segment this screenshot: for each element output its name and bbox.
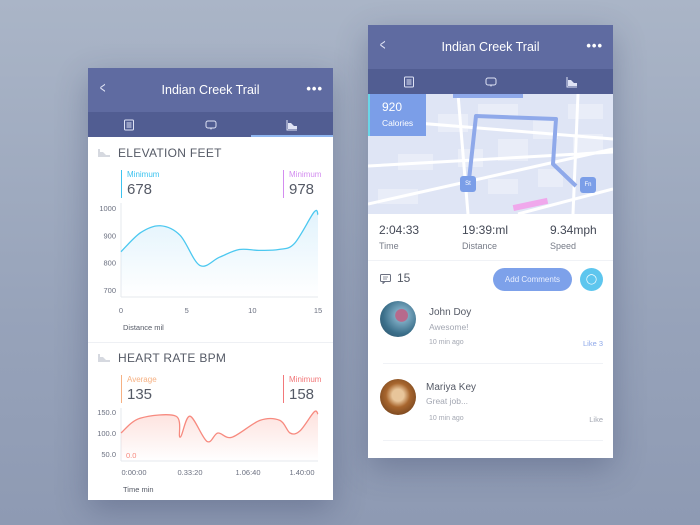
x-tick-label: 0.33:20 (177, 468, 202, 477)
chart-icon (98, 149, 110, 157)
divider (383, 440, 603, 441)
metric-value: 9.34mph (550, 223, 597, 237)
tab-charts[interactable] (251, 112, 333, 137)
comment-time: 10 min ago (429, 415, 464, 422)
tab-charts[interactable] (531, 69, 613, 94)
comment-author[interactable]: Mariya Key (426, 382, 476, 393)
comment-like[interactable]: Like (589, 415, 603, 424)
tab-bar (368, 69, 613, 94)
back-icon[interactable]: < (380, 37, 386, 55)
x-tick-label: 5 (185, 306, 189, 315)
metric-speed: 9.34mph Speed (550, 223, 597, 251)
series-area (121, 411, 318, 461)
like-button[interactable]: ◯ (580, 268, 603, 291)
add-comments-button[interactable]: Add Comments (493, 268, 572, 291)
stat-label: Minimum (127, 170, 160, 179)
metric-label: Speed (550, 241, 577, 251)
heart-average-stat: Average 135 (121, 375, 157, 403)
elevation-chart: 1000 900 800 700 0 5 10 15 Distance mil (99, 203, 322, 332)
tab-details[interactable] (88, 112, 170, 137)
comment-count: 15 (397, 271, 411, 285)
elevation-min-stat: Minimum 678 (121, 170, 159, 198)
fire-icon: ◯ (585, 274, 598, 285)
finish-marker[interactable]: Fn (580, 177, 596, 193)
y-tick-label: 900 (103, 231, 116, 240)
header: < Indian Creek Trail ••• (368, 25, 613, 69)
avatar[interactable] (380, 301, 416, 337)
y-tick-label: 100.0 (97, 429, 116, 438)
comment-like[interactable]: Like 3 (583, 339, 603, 348)
more-icon[interactable]: ••• (306, 81, 323, 96)
page-title: Indian Creek Trail (441, 40, 540, 54)
comment-text: Awesome! (429, 322, 469, 332)
elevation-title: ELEVATION FEET (118, 146, 222, 160)
y-tick-label: 800 (103, 259, 116, 268)
x-tick-label: 0 (119, 306, 123, 315)
heart-rate-chart: 150.0 100.0 50.0 0:00:00 0.33:20 1.06:40 1.40:… (97, 408, 319, 494)
metric-time: 2:04:33 Time (379, 223, 419, 251)
zero-label: 0.0 (126, 451, 136, 460)
tab-comments[interactable] (450, 69, 532, 94)
heart-min-stat: Minimum 158 (283, 375, 321, 403)
stat-value: 135 (127, 386, 153, 403)
x-tick-label: 0:00:00 (121, 468, 146, 477)
tab-comments[interactable] (170, 112, 252, 137)
metric-value: 19:39:ml (462, 223, 509, 237)
trail-screen: < Indian Creek Trail ••• 920 Calories St… (368, 25, 613, 458)
comment-icon (380, 274, 391, 284)
tab-bar (88, 112, 333, 137)
comment-author[interactable]: John Doy (429, 307, 471, 318)
comment-icon (485, 77, 496, 87)
stat-value: 978 (289, 181, 315, 198)
chart-icon (566, 76, 578, 87)
comment-item: John Doy Awesome! 10 min ago Like 3 (368, 295, 613, 359)
calories-value: 920 (382, 100, 403, 114)
y-tick-label: 1000 (99, 204, 116, 213)
comment-time: 10 min ago (429, 339, 464, 346)
avatar[interactable] (380, 379, 416, 415)
stat-label: Average (127, 375, 157, 384)
calories-label: Calories (382, 118, 414, 128)
stat-label: Minimum (289, 170, 322, 179)
metric-label: Distance (462, 241, 498, 251)
x-tick-label: 15 (314, 306, 322, 315)
calories-badge: 920 Calories (368, 94, 426, 136)
x-axis-label: Distance mil (123, 323, 164, 332)
x-axis-label: Time min (123, 485, 154, 494)
header: < Indian Creek Trail ••• (88, 68, 333, 112)
page-title: Indian Creek Trail (161, 83, 260, 97)
divider (383, 363, 603, 364)
tab-details[interactable] (368, 69, 450, 94)
document-icon (123, 119, 134, 130)
divider (88, 342, 333, 343)
series-area (121, 210, 318, 297)
metric-distance: 19:39:ml Distance (462, 223, 508, 251)
x-tick-label: 1.06:40 (235, 468, 260, 477)
metric-value: 2:04:33 (379, 223, 420, 237)
stat-value: 158 (289, 386, 315, 403)
metric-label: Time (379, 241, 399, 251)
y-tick-label: 50.0 (101, 450, 116, 459)
start-marker[interactable]: St (460, 176, 476, 192)
stat-value: 678 (127, 181, 153, 198)
chart-icon (98, 354, 110, 362)
comment-icon (205, 120, 216, 130)
x-tick-label: 1.40:00 (289, 468, 314, 477)
divider (368, 260, 613, 261)
x-tick-label: 10 (248, 306, 256, 315)
heart-rate-title: HEART RATE BPM (118, 351, 227, 365)
y-tick-label: 700 (103, 286, 116, 295)
back-icon[interactable]: < (100, 80, 106, 98)
y-tick-label: 150.0 (97, 408, 116, 417)
more-icon[interactable]: ••• (586, 38, 603, 53)
chart-icon (286, 119, 298, 130)
elevation-screen: < Indian Creek Trail ••• ELEVATION FEET … (88, 68, 333, 500)
comment-text: Great job... (426, 396, 469, 406)
stat-label: Minimum (289, 375, 322, 384)
comment-item: Mariya Key Great job... 10 min ago Like (368, 373, 613, 437)
elevation-max-stat: Minimum 978 (283, 170, 321, 198)
document-icon (403, 76, 414, 87)
